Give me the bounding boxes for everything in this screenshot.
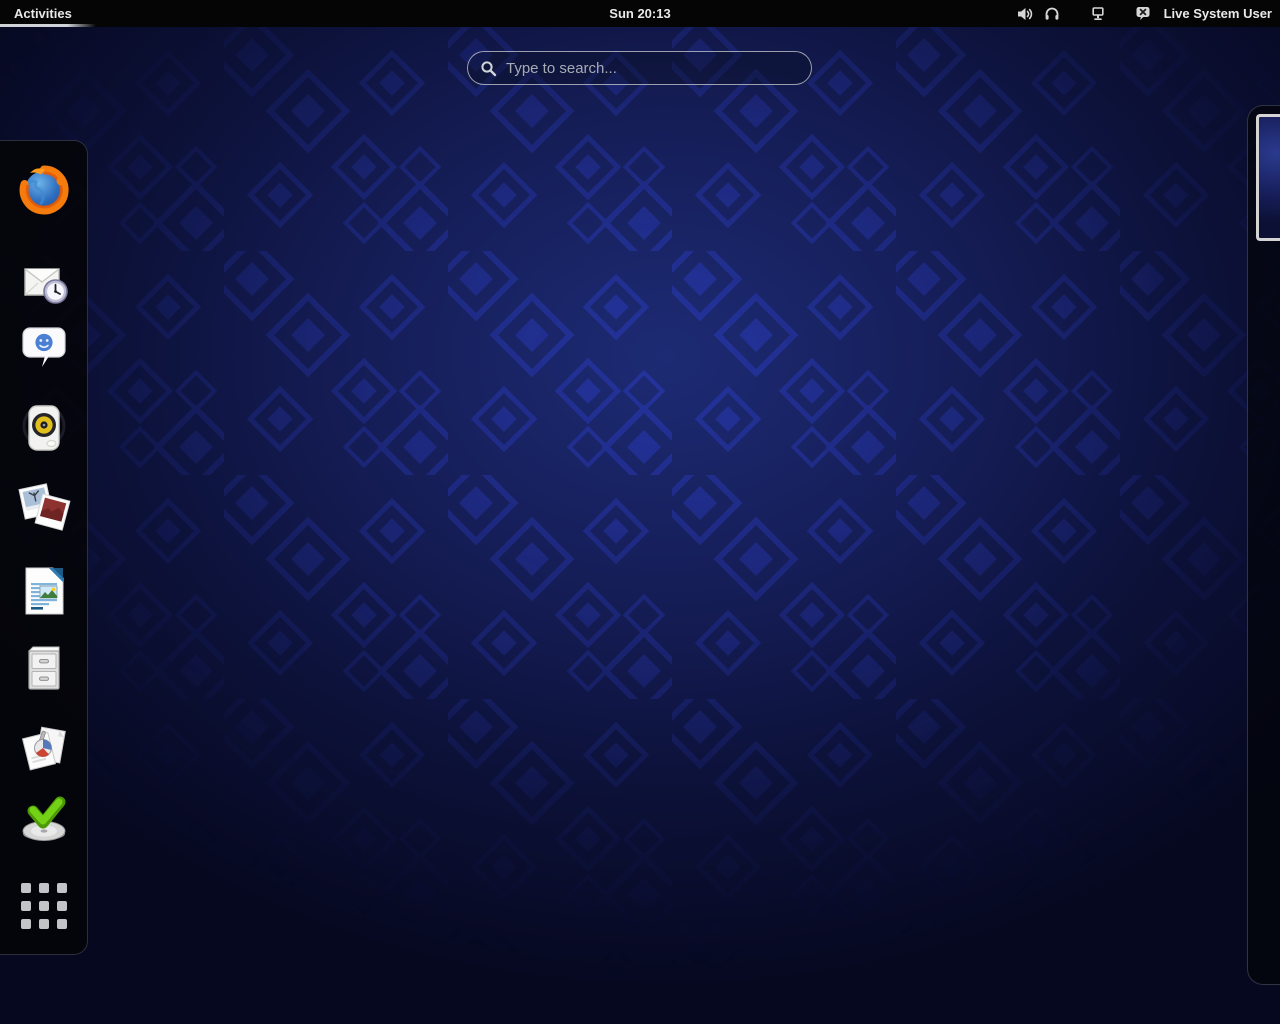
search-bar[interactable] [467,51,812,85]
install-to-disk-icon [22,796,66,841]
shotwell-photos-icon [18,483,71,531]
activities-button[interactable]: Activities [0,0,86,27]
user-menu[interactable]: Live System User [1164,6,1272,21]
system-tray: Live System User [1016,0,1272,27]
headphones-icon[interactable] [1042,4,1062,24]
dash [0,140,88,955]
dash-item-documents[interactable] [16,721,72,777]
volume-icon[interactable] [1016,4,1036,24]
files-icon [27,646,60,690]
desktop-wallpaper [0,27,1280,1024]
dash-item-firefox[interactable] [16,161,72,217]
search-icon [480,60,497,77]
dash-item-evolution-mail[interactable] [16,253,72,309]
dash-item-rhythmbox-music[interactable] [16,400,72,456]
firefox-icon [19,165,69,215]
empathy-chat-icon [22,327,66,367]
evolution-mail-icon [24,268,68,304]
libreoffice-writer-icon [25,567,64,615]
wallpaper-pattern [0,27,1280,1024]
activities-active-underline [0,24,96,27]
documents-icon [21,726,66,771]
network-icon[interactable] [1088,4,1108,24]
chat-status-offline-icon[interactable] [1134,4,1154,24]
dash-item-empathy-chat[interactable] [16,320,72,376]
show-applications-button[interactable] [21,883,67,929]
search-input[interactable] [506,59,799,77]
workspace-selector[interactable] [1247,105,1280,985]
dash-item-install-to-disk[interactable] [16,794,72,850]
dash-item-libreoffice-writer[interactable] [16,563,72,619]
rhythmbox-music-icon [22,404,66,451]
workspace-thumbnail[interactable] [1256,114,1280,241]
clock-label[interactable]: Sun 20:13 [609,6,670,21]
dash-item-files[interactable] [16,641,72,697]
activities-label: Activities [14,6,72,21]
top-bar: Activities Sun 20:13 Live System User [0,0,1280,27]
dash-item-shotwell-photos[interactable] [16,480,72,536]
